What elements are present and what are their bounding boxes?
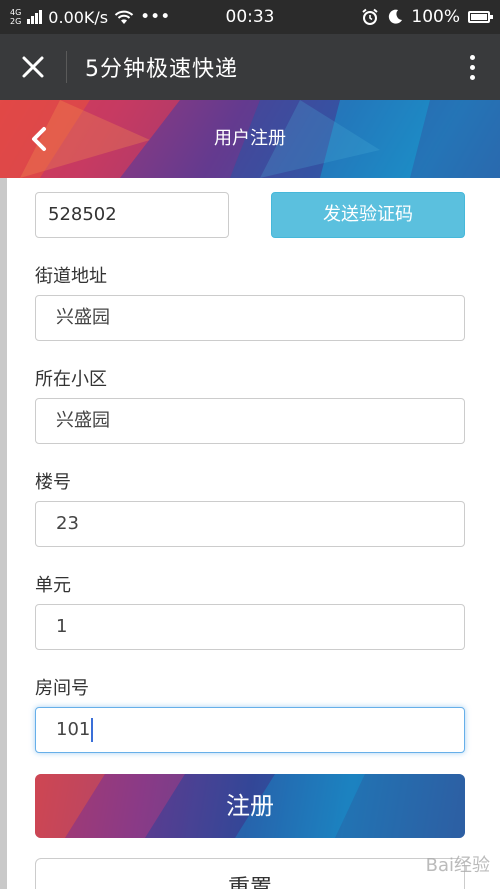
register-button-label: 注册 (226, 792, 274, 820)
scroll-indicator (0, 178, 7, 889)
signal-icon (27, 10, 43, 24)
alarm-icon (362, 8, 379, 25)
field-label-room: 房间号 (35, 678, 89, 699)
page-header: 用户注册 (0, 100, 500, 178)
close-icon (22, 56, 44, 78)
field-label-community: 所在小区 (35, 369, 107, 390)
network-type-top: 4G (10, 8, 22, 17)
unit-input[interactable]: 1 (35, 604, 465, 650)
room-number-value: 101 (56, 719, 91, 740)
app-title: 5分钟极速快递 (85, 57, 238, 82)
field-label-unit: 单元 (35, 575, 71, 596)
register-button[interactable]: 注册 (35, 774, 465, 838)
wifi-icon (114, 10, 134, 24)
street-address-input[interactable]: 兴盛园 (35, 295, 465, 341)
watermark: Bai经验 (425, 855, 490, 876)
battery-icon (468, 11, 493, 23)
field-label-building: 楼号 (35, 472, 71, 493)
field-label-street: 街道地址 (35, 266, 107, 287)
verification-code-input[interactable]: 528502 (35, 192, 229, 238)
verification-code-row: 528502 发送验证码 (35, 192, 465, 238)
send-code-button[interactable]: 发送验证码 (271, 192, 465, 238)
app-bar: 5分钟极速快递 (0, 34, 500, 100)
network-speed: 0.00K/s (48, 7, 109, 27)
moon-icon (389, 9, 403, 24)
community-input[interactable]: 兴盛园 (35, 398, 465, 444)
more-menu-button[interactable] (444, 34, 500, 100)
status-bar: 4G 2G 0.00K/s ••• 00:33 100% (0, 0, 500, 34)
text-caret (91, 718, 94, 742)
battery-percent: 100% (411, 7, 460, 27)
app-bar-divider (66, 51, 67, 83)
page-title: 用户注册 (214, 128, 286, 149)
close-button[interactable] (0, 34, 66, 100)
network-type-bottom: 2G (10, 17, 22, 26)
more-notifications-icon: ••• (140, 7, 171, 27)
network-type-icon: 4G 2G (10, 8, 21, 26)
room-number-input[interactable]: 101 (35, 707, 465, 753)
reset-button[interactable]: 重置 (35, 858, 465, 889)
building-number-input[interactable]: 23 (35, 501, 465, 547)
more-vertical-icon (469, 54, 475, 60)
